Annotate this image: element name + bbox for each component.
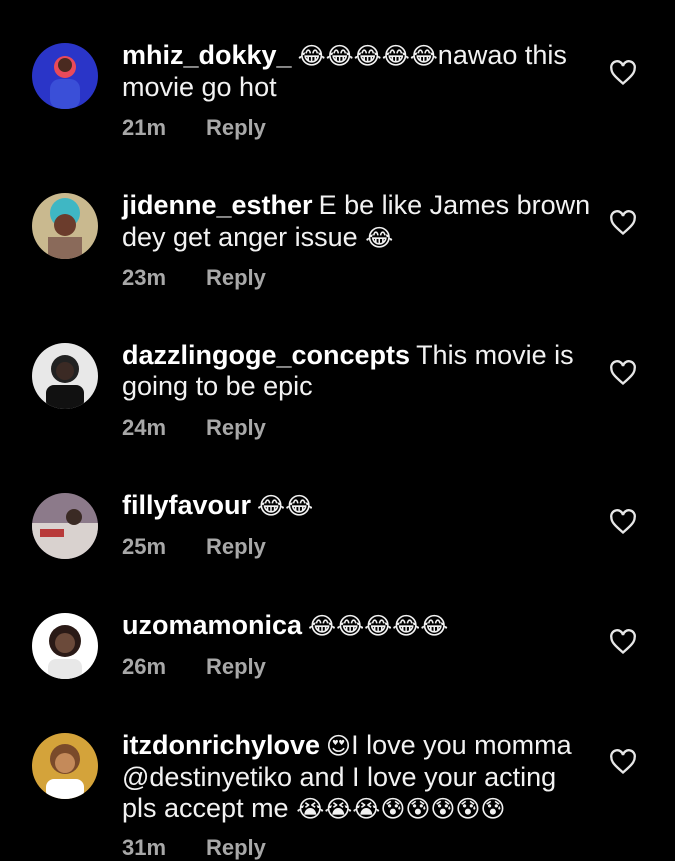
avatar[interactable] bbox=[32, 493, 98, 559]
comment-username[interactable]: itzdonrichylove bbox=[122, 730, 320, 760]
comment-time: 26m bbox=[122, 654, 167, 679]
comment-text: uzomamonica 😂😂😂😂😂 bbox=[122, 610, 592, 642]
like-heart-icon[interactable] bbox=[609, 629, 637, 655]
avatar[interactable] bbox=[32, 733, 98, 799]
reply-button[interactable]: Reply bbox=[206, 415, 266, 440]
comment-username[interactable]: jidenne_esther bbox=[122, 190, 313, 220]
reply-button[interactable]: Reply bbox=[206, 265, 266, 290]
comment-meta: 31m Reply bbox=[122, 835, 266, 861]
comment-text: jidenne_esther E be like James brown dey … bbox=[122, 190, 592, 254]
comment-text: mhiz_dokky_ 😂😂😂😂😂nawao this movie go hot bbox=[122, 40, 592, 103]
comment-emoji: 😍 bbox=[326, 732, 352, 760]
comment-emoji: 😂😂😂😂😂 bbox=[308, 612, 449, 640]
like-heart-icon[interactable] bbox=[609, 749, 637, 775]
comment-meta: 23m Reply bbox=[122, 265, 266, 291]
comment-username[interactable]: fillyfavour bbox=[122, 490, 251, 520]
reply-button[interactable]: Reply bbox=[206, 534, 266, 559]
comment-meta: 26m Reply bbox=[122, 654, 266, 680]
like-heart-icon[interactable] bbox=[609, 60, 637, 86]
comment-emoji: 😭😭😭😰😰😰😰😰 bbox=[288, 795, 506, 823]
comment-emoji: 😂😂😂😂😂 bbox=[297, 42, 438, 70]
comment-username[interactable]: uzomamonica bbox=[122, 610, 302, 640]
comment-text: itzdonrichylove 😍I love you momma @destin… bbox=[122, 730, 592, 825]
comment-time: 25m bbox=[122, 534, 167, 559]
comment-text: fillyfavour 😂😂 bbox=[122, 490, 592, 522]
reply-button[interactable]: Reply bbox=[206, 654, 266, 679]
avatar[interactable] bbox=[32, 613, 98, 679]
like-heart-icon[interactable] bbox=[609, 360, 637, 386]
like-heart-icon[interactable] bbox=[609, 509, 637, 535]
comment-emoji: 😂😂 bbox=[257, 492, 314, 520]
comment-time: 23m bbox=[122, 265, 167, 290]
comment-time: 21m bbox=[122, 115, 167, 140]
avatar[interactable] bbox=[32, 193, 98, 259]
comment-username[interactable]: dazzlingoge_concepts bbox=[122, 340, 410, 370]
comment-text: dazzlingoge_concepts This movie is going … bbox=[122, 340, 592, 402]
comment-time: 31m bbox=[122, 835, 167, 860]
comment-meta: 25m Reply bbox=[122, 534, 266, 560]
comment-emoji: 😂 bbox=[357, 224, 394, 252]
comment-time: 24m bbox=[122, 415, 167, 440]
like-heart-icon[interactable] bbox=[609, 210, 637, 236]
reply-button[interactable]: Reply bbox=[206, 835, 266, 860]
reply-button[interactable]: Reply bbox=[206, 115, 266, 140]
comment-meta: 21m Reply bbox=[122, 115, 266, 141]
comment-username[interactable]: mhiz_dokky_ bbox=[122, 40, 292, 70]
comment-meta: 24m Reply bbox=[122, 415, 266, 441]
avatar[interactable] bbox=[32, 43, 98, 109]
avatar[interactable] bbox=[32, 343, 98, 409]
